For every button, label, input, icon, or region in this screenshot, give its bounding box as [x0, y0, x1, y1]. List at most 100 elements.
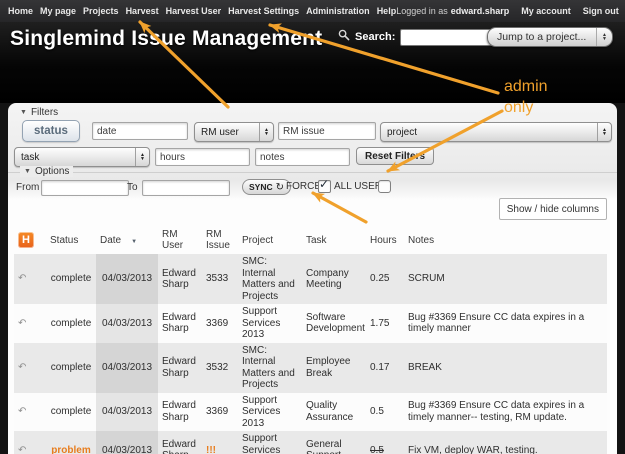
rm-issue-filter-input[interactable]	[278, 122, 376, 140]
status-filter-button[interactable]: status	[22, 120, 80, 142]
cell-rm-user: Edward Sharp	[162, 400, 196, 423]
search-label: Search:	[355, 31, 396, 43]
row-sync-icon[interactable]: ↶	[18, 273, 26, 284]
table-row[interactable]: ↶ complete 04/03/2013 Edward Sharp 3533 …	[14, 254, 607, 304]
select-arrows-icon: ▲ ▼	[597, 123, 611, 141]
rm-user-filter-select[interactable]: RM user ▲ ▼	[194, 122, 274, 142]
task-filter-select[interactable]: task ▲ ▼	[14, 147, 150, 167]
select-arrows-icon: ▲ ▼	[596, 28, 612, 46]
nav-account-area: Logged in as edward.sharp My account Sign…	[396, 6, 619, 16]
nav-projects[interactable]: Projects	[83, 6, 119, 16]
all-users-checkbox[interactable]	[378, 180, 391, 193]
cell-task: Quality Assurance	[306, 400, 354, 423]
cell-project: Support Services 2013	[242, 306, 281, 340]
options-divider	[8, 172, 617, 173]
nav-my-account[interactable]: My account	[521, 6, 571, 16]
force-label: FORCE	[286, 181, 321, 192]
from-date-input[interactable]	[41, 180, 129, 196]
table-row[interactable]: ↶ complete 04/03/2013 Edward Sharp 3369 …	[14, 392, 607, 431]
cell-project: SMC: Internal Matters and Projects	[242, 256, 295, 302]
hours-filter-input[interactable]	[155, 148, 250, 166]
nav-menu: Home My page Projects Harvest Harvest Us…	[8, 6, 396, 16]
column-header-project[interactable]: Project	[238, 226, 302, 254]
logged-in-username: edward.sharp	[450, 6, 510, 16]
cell-date: 04/03/2013	[96, 392, 158, 431]
page: Home My page Projects Harvest Harvest Us…	[0, 0, 625, 454]
cell-status: complete	[50, 361, 92, 373]
row-sync-icon[interactable]: ↶	[18, 362, 26, 373]
nav-administration[interactable]: Administration	[306, 6, 370, 16]
column-header-notes[interactable]: Notes	[404, 226, 607, 254]
cell-project: Support Services 2013	[242, 433, 281, 454]
cell-rm-user: Edward Sharp	[162, 311, 196, 335]
cell-rm-user: Edward Sharp	[162, 267, 196, 291]
from-label: From	[16, 182, 40, 193]
table-header-row: H Status Date ▼ RM User RM Issue Project …	[14, 226, 607, 254]
table-row[interactable]: ↶ problem 04/03/2013 Edward Sharp !!! Su…	[14, 431, 607, 454]
show-hide-columns-button[interactable]: Show / hide columns	[498, 198, 607, 220]
collapse-triangle-icon: ▼	[20, 109, 27, 116]
cell-date: 04/03/2013	[96, 254, 158, 304]
project-filter-select[interactable]: project ▲ ▼	[380, 122, 612, 142]
filters-section-toggle[interactable]: ▼ Filters	[20, 107, 58, 118]
nav-help[interactable]: Help	[377, 6, 397, 16]
nav-sign-out[interactable]: Sign out	[583, 6, 619, 16]
nav-home[interactable]: Home	[8, 6, 33, 16]
cell-hours: 1.75	[370, 317, 390, 329]
table-row[interactable]: ↶ complete 04/03/2013 Edward Sharp 3369 …	[14, 304, 607, 343]
to-date-input[interactable]	[142, 180, 230, 196]
cell-status: complete	[50, 273, 92, 285]
column-header-date[interactable]: Date ▼	[96, 226, 158, 254]
cell-rm-issue: 3533	[206, 273, 229, 285]
cell-task: Software Development	[306, 311, 365, 335]
sort-desc-icon: ▼	[131, 238, 138, 245]
cell-task: Employee Break	[306, 356, 351, 379]
cell-rm-user: Edward Sharp	[162, 356, 196, 379]
sync-button[interactable]: SYNC ↻	[242, 179, 292, 195]
harvest-logo-icon[interactable]: H	[18, 232, 34, 248]
app-header: Singlemind Issue Management Search: Jump…	[0, 22, 625, 103]
row-sync-icon[interactable]: ↶	[18, 445, 26, 454]
force-checkbox[interactable]	[318, 177, 331, 193]
top-nav: Home My page Projects Harvest Harvest Us…	[0, 0, 625, 22]
notes-filter-input[interactable]	[255, 148, 350, 166]
table-row[interactable]: ↶ complete 04/03/2013 Edward Sharp 3532 …	[14, 342, 607, 393]
filters-section-label: Filters	[30, 107, 59, 118]
column-header-task[interactable]: Task	[302, 226, 366, 254]
cell-date: 04/03/2013	[96, 431, 158, 454]
jump-to-project-select[interactable]: Jump to a project... ▲ ▼	[487, 27, 613, 47]
cell-date: 04/03/2013	[96, 304, 158, 343]
cell-hours: 0.5	[370, 444, 384, 454]
cell-date: 04/03/2013	[96, 342, 158, 393]
cell-hours: 0.5	[370, 406, 384, 417]
cell-rm-issue: !!!	[206, 444, 216, 454]
column-header-rm-issue[interactable]: RM Issue	[202, 226, 238, 254]
cell-rm-issue: 3369	[206, 317, 229, 329]
cell-task: General Support	[306, 438, 342, 454]
cell-notes: Fix VM, deploy WAR, testing.	[408, 444, 538, 454]
jump-to-project-value: Jump to a project...	[497, 31, 587, 43]
cell-task: Company Meeting	[306, 267, 349, 291]
row-sync-icon[interactable]: ↶	[18, 406, 26, 417]
nav-harvest[interactable]: Harvest	[126, 6, 159, 16]
column-header-status[interactable]: Status	[46, 226, 96, 254]
cell-hours: 0.17	[370, 361, 390, 373]
cell-notes: Bug #3369 Ensure CC data expires in a ti…	[408, 400, 585, 423]
select-arrows-icon: ▲ ▼	[135, 148, 149, 166]
date-filter-input[interactable]	[92, 122, 188, 140]
cell-rm-user: Edward Sharp	[162, 438, 196, 454]
select-arrows-icon: ▲ ▼	[259, 123, 273, 141]
cell-hours: 0.25	[370, 273, 390, 285]
cell-project: SMC: Internal Matters and Projects	[242, 344, 295, 391]
collapse-triangle-icon: ▼	[24, 168, 31, 175]
column-header-hours[interactable]: Hours	[366, 226, 404, 254]
nav-harvest-user[interactable]: Harvest User	[166, 6, 222, 16]
cell-rm-issue: 3532	[206, 361, 229, 373]
column-header-rm-user[interactable]: RM User	[158, 226, 202, 254]
to-label: To	[127, 182, 138, 193]
options-section-toggle[interactable]: ▼ Options	[20, 166, 74, 177]
nav-my-page[interactable]: My page	[40, 6, 76, 16]
reset-filters-button[interactable]: Reset Filters	[356, 147, 435, 165]
row-sync-icon[interactable]: ↶	[18, 318, 26, 329]
nav-harvest-settings[interactable]: Harvest Settings	[228, 6, 299, 16]
